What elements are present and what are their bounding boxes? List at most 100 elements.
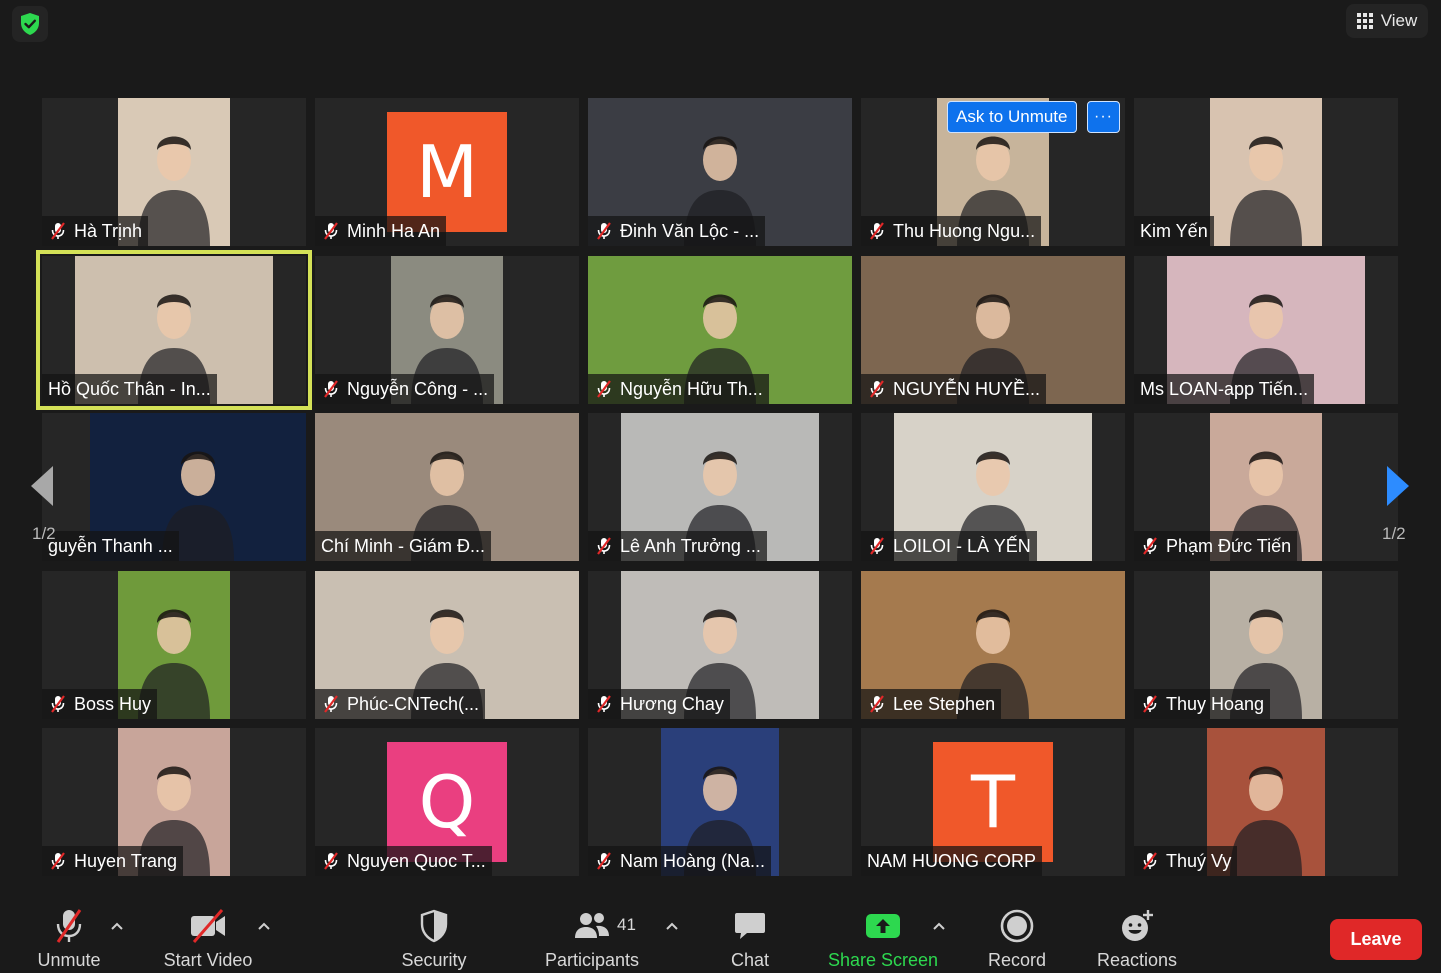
view-button[interactable]: View (1346, 4, 1428, 38)
participant-name: Thu Huong Ngu... (893, 220, 1036, 241)
participant-tile[interactable]: Boss Huy (42, 571, 306, 719)
participants-label: Participants (544, 950, 640, 970)
mic-muted-icon (51, 852, 65, 870)
gallery-view: Hà Trịnh M Minh Ha An Đinh Văn Lộc - ... Thu… (36, 98, 1398, 878)
participant-tile[interactable]: Hồ Quốc Thân - In... (42, 256, 306, 404)
participant-tile[interactable]: Q Nguyen Quoc T... (315, 728, 579, 876)
participant-tile[interactable]: M Minh Ha An (315, 98, 579, 246)
participant-tile[interactable]: Nam Hoàng (Na... (588, 728, 852, 876)
participant-tile[interactable]: Hà Trịnh (42, 98, 306, 246)
participant-name: Lê Anh Trưởng ... (620, 535, 761, 556)
participant-name-bar: Thuý Vy (1134, 846, 1238, 876)
mic-muted-icon (324, 380, 338, 398)
meeting-toolbar: Unmute Start Video Security Participants… (0, 890, 1441, 973)
participant-avatar: Q (387, 742, 507, 862)
participant-tile[interactable]: LOILOI - LÀ YẾN (861, 413, 1125, 561)
record-label: Record (987, 950, 1047, 970)
security-button[interactable]: Security (394, 890, 474, 973)
participant-tile[interactable]: Phúc-CNTech(... (315, 571, 579, 719)
participants-icon (575, 913, 609, 938)
participant-name-bar: Thuy Hoang (1134, 689, 1271, 719)
start-video-button[interactable]: Start Video (157, 890, 259, 973)
participants-count: 41 (617, 915, 636, 934)
participant-name: Lee Stephen (893, 693, 996, 714)
participant-name: Minh Ha An (347, 220, 441, 241)
participant-name-bar: Hương Chay (588, 689, 730, 719)
participant-tile[interactable]: Hương Chay (588, 571, 852, 719)
participant-name: Phúc-CNTech(... (347, 693, 480, 714)
chevron-left-icon (31, 466, 53, 506)
participant-name: Chí Minh - Giám Đ... (321, 535, 486, 556)
participant-avatar: M (387, 112, 507, 232)
mic-muted-icon (51, 695, 65, 713)
participant-name-bar: LOILOI - LÀ YẾN (861, 531, 1037, 561)
participant-name-bar: Nguyễn Hữu Th... (588, 374, 769, 404)
participant-name-bar: Đinh Văn Lộc - ... (588, 216, 766, 246)
participant-tile[interactable]: Phạm Đức Tiến (1134, 413, 1398, 561)
participant-tile[interactable]: Nguyễn Hữu Th... (588, 256, 852, 404)
participant-name-bar: Thu Huong Ngu... (861, 216, 1042, 246)
mic-muted-icon (870, 222, 884, 240)
participant-tile[interactable]: Nguyễn Công - ... (315, 256, 579, 404)
share-screen-icon (866, 914, 900, 938)
ask-to-unmute-button[interactable]: Ask to Unmute (947, 101, 1077, 133)
unmute-button[interactable]: Unmute (30, 890, 108, 973)
record-button[interactable]: Record (982, 890, 1052, 973)
mic-muted-icon (597, 695, 611, 713)
participant-tile[interactable]: Lê Anh Trưởng ... (588, 413, 852, 561)
audio-options-caret-icon[interactable] (109, 918, 125, 934)
participant-name: Nguyễn Công - ... (347, 378, 489, 399)
participant-name-bar: Nguyen Quoc T... (315, 846, 492, 876)
chat-bubble-icon (735, 913, 765, 939)
participant-name-bar: guyễn Thanh ... (42, 531, 179, 561)
shield-icon (420, 909, 448, 943)
participant-tile[interactable]: Lee Stephen (861, 571, 1125, 719)
participant-tile[interactable]: Chí Minh - Giám Đ... (315, 413, 579, 561)
participant-name: guyễn Thanh ... (48, 535, 173, 556)
mic-muted-icon (1143, 852, 1157, 870)
chat-button[interactable]: Chat (720, 890, 780, 973)
mic-muted-icon (597, 537, 611, 555)
participant-name: Thuý Vy (1166, 850, 1232, 871)
reactions-emoji-icon (1122, 910, 1153, 941)
meeting-security-indicator[interactable] (12, 6, 48, 42)
participant-name-bar: Nguyễn Công - ... (315, 374, 495, 404)
record-icon (1000, 909, 1034, 943)
person-silhouette-icon (1230, 136, 1302, 246)
mic-muted-icon (870, 380, 884, 398)
participant-name: Hà Trịnh (74, 220, 143, 241)
participant-name-bar: Phúc-CNTech(... (315, 689, 486, 719)
participant-name: Phạm Đức Tiến (1166, 535, 1292, 556)
participant-name: Kim Yến (1140, 220, 1208, 241)
mic-muted-icon (1143, 537, 1157, 555)
mic-muted-icon (597, 852, 611, 870)
participant-tile[interactable]: Ms LOAN-app Tiến... (1134, 256, 1398, 404)
participant-name-bar: Lee Stephen (861, 689, 1002, 719)
reactions-button[interactable]: Reactions (1090, 890, 1184, 973)
participant-name: Hồ Quốc Thân - In... (48, 378, 211, 399)
mic-muted-icon (324, 852, 338, 870)
participant-tile[interactable]: Thuy Hoang (1134, 571, 1398, 719)
participant-name: LOILOI - LÀ YẾN (893, 535, 1031, 556)
participant-tile[interactable]: Đinh Văn Lộc - ... (588, 98, 852, 246)
participant-name: Nam Hoàng (Na... (620, 850, 766, 871)
participants-options-caret-icon[interactable] (664, 918, 680, 934)
share-screen-label: Share Screen (827, 950, 939, 970)
participant-name-bar: Kim Yến (1134, 216, 1214, 246)
mic-muted-icon (1143, 695, 1157, 713)
participant-tile[interactable]: T NAM HUONG CORP (861, 728, 1125, 876)
participant-name-bar: NAM HUONG CORP (861, 846, 1043, 876)
participant-tile[interactable]: Thuý Vy (1134, 728, 1398, 876)
participant-tile[interactable]: guyễn Thanh ... (42, 413, 306, 561)
participant-tile[interactable]: Kim Yến (1134, 98, 1398, 246)
more-options-button[interactable]: ··· (1087, 101, 1120, 133)
participant-name-bar: Chí Minh - Giám Đ... (315, 531, 492, 561)
leave-button[interactable]: Leave (1330, 919, 1422, 960)
video-options-caret-icon[interactable] (256, 918, 272, 934)
share-screen-button[interactable]: Share Screen (826, 890, 940, 973)
share-options-caret-icon[interactable] (931, 918, 947, 934)
participant-name: Boss Huy (74, 693, 152, 714)
participant-tile[interactable]: NGUYỄN HUYỀ... (861, 256, 1125, 404)
participant-tile[interactable]: Huyen Trang (42, 728, 306, 876)
participant-name: Ms LOAN-app Tiến... (1140, 378, 1309, 399)
